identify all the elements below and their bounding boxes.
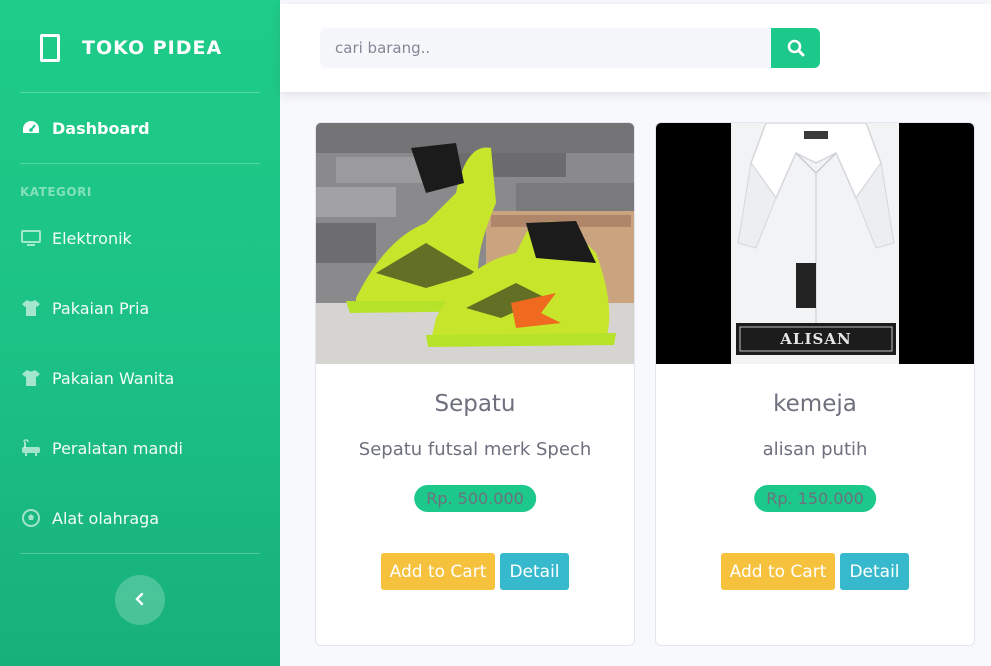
topbar (280, 4, 991, 92)
detail-button[interactable]: Detail (500, 553, 569, 590)
product-card: ALISAN kemeja alisan putih Rp. 150.000 A… (655, 122, 975, 646)
tachometer-icon (20, 117, 42, 139)
sidebar-item-label: Pakaian Wanita (52, 368, 175, 388)
price-badge: Rp. 150.000 (754, 485, 876, 512)
sidebar-divider (20, 163, 260, 164)
brand-name: TOKO PIDEA (82, 37, 223, 59)
tshirt-icon (20, 297, 42, 319)
sidebar-divider (20, 553, 260, 554)
bath-icon (20, 437, 42, 459)
add-to-cart-button[interactable]: Add to Cart (381, 553, 495, 590)
chevron-left-icon (134, 590, 146, 611)
product-image[interactable] (316, 123, 634, 364)
sidebar-item-alat-olahraga[interactable]: Alat olahraga (20, 503, 159, 533)
detail-button[interactable]: Detail (840, 553, 909, 590)
product-card: Sepatu Sepatu futsal merk Spech Rp. 500.… (315, 122, 635, 646)
shirt-label-text: ALISAN (779, 330, 851, 348)
football-icon (20, 507, 42, 529)
search-button[interactable] (771, 28, 820, 68)
search-form (320, 28, 820, 68)
sidebar: TOKO PIDEA Dashboard KATEGORI Elektronik… (0, 0, 280, 666)
product-title: kemeja (773, 391, 857, 417)
sidebar-item-label: Elektronik (52, 228, 132, 248)
sidebar-item-label: Peralatan mandi (52, 438, 183, 458)
sidebar-item-label: Alat olahraga (52, 508, 160, 528)
sidebar-item-elektronik[interactable]: Elektronik (20, 223, 132, 253)
search-input[interactable] (320, 28, 771, 68)
sidebar-toggle-button[interactable] (115, 575, 165, 625)
tshirt-icon (20, 367, 42, 389)
brand[interactable]: TOKO PIDEA (40, 33, 222, 63)
product-description: Sepatu futsal merk Spech (358, 439, 592, 460)
mobile-phone-icon (40, 34, 60, 62)
sidebar-item-label: Pakaian Pria (52, 298, 150, 318)
product-title: Sepatu (434, 391, 516, 417)
add-to-cart-button[interactable]: Add to Cart (721, 553, 835, 590)
search-icon (787, 39, 804, 57)
price-badge: Rp. 500.000 (414, 485, 536, 512)
sidebar-item-peralatan-mandi[interactable]: Peralatan mandi (20, 433, 183, 463)
sidebar-item-dashboard[interactable]: Dashboard (20, 113, 150, 143)
sidebar-heading: KATEGORI (20, 185, 92, 199)
sidebar-item-pakaian-pria[interactable]: Pakaian Pria (20, 293, 149, 323)
product-description: alisan putih (762, 439, 868, 460)
product-image[interactable]: ALISAN (656, 123, 974, 364)
sidebar-item-pakaian-wanita[interactable]: Pakaian Wanita (20, 363, 174, 393)
sidebar-divider (20, 92, 260, 93)
sidebar-item-label: Dashboard (52, 118, 150, 138)
desktop-icon (20, 227, 42, 249)
